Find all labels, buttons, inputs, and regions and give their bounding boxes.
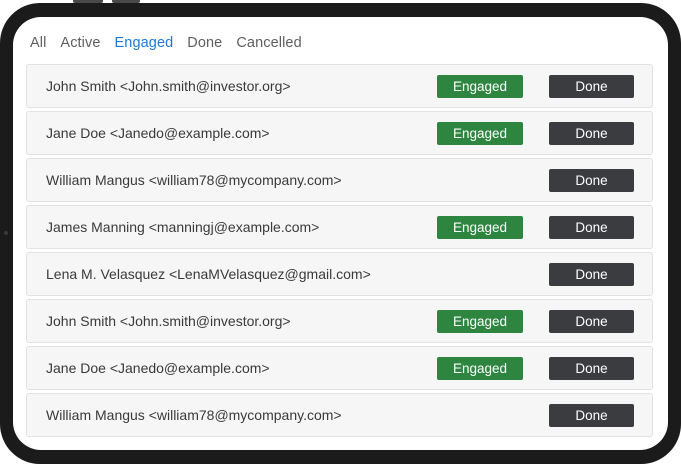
done-button[interactable]: Done bbox=[549, 263, 634, 286]
tab-all[interactable]: All bbox=[30, 35, 46, 51]
done-button[interactable]: Done bbox=[549, 216, 634, 239]
done-button[interactable]: Done bbox=[549, 404, 634, 427]
tab-done[interactable]: Done bbox=[187, 35, 222, 51]
contact-label: Lena M. Velasquez <LenaMVelasquez@gmail.… bbox=[46, 266, 371, 282]
list-item: Jane Doe <Janedo@example.com> Engaged Do… bbox=[26, 346, 653, 390]
engaged-button[interactable]: Engaged bbox=[437, 216, 523, 239]
engaged-button[interactable]: Engaged bbox=[437, 122, 523, 145]
done-button[interactable]: Done bbox=[549, 357, 634, 380]
list-item: William Mangus <william78@mycompany.com>… bbox=[26, 158, 653, 202]
camera-icon bbox=[4, 231, 8, 235]
contact-label: William Mangus <william78@mycompany.com> bbox=[46, 172, 342, 188]
list-item: John Smith <John.smith@investor.org> Eng… bbox=[26, 64, 653, 108]
done-button[interactable]: Done bbox=[549, 169, 634, 192]
contact-label: Jane Doe <Janedo@example.com> bbox=[46, 360, 270, 376]
contact-label: John Smith <John.smith@investor.org> bbox=[46, 78, 291, 94]
done-button[interactable]: Done bbox=[549, 310, 634, 333]
filter-tabs: All Active Engaged Done Cancelled bbox=[30, 35, 302, 51]
engaged-button[interactable]: Engaged bbox=[437, 75, 523, 98]
tab-engaged[interactable]: Engaged bbox=[115, 35, 174, 51]
contact-list: John Smith <John.smith@investor.org> Eng… bbox=[26, 64, 653, 440]
contact-label: James Manning <manningj@example.com> bbox=[46, 219, 320, 235]
list-item: James Manning <manningj@example.com> Eng… bbox=[26, 205, 653, 249]
screen: All Active Engaged Done Cancelled John S… bbox=[13, 17, 668, 450]
list-item: Jane Doe <Janedo@example.com> Engaged Do… bbox=[26, 111, 653, 155]
contact-label: Jane Doe <Janedo@example.com> bbox=[46, 125, 270, 141]
tablet-frame: All Active Engaged Done Cancelled John S… bbox=[0, 3, 681, 464]
done-button[interactable]: Done bbox=[549, 122, 634, 145]
engaged-button[interactable]: Engaged bbox=[437, 310, 523, 333]
tab-cancelled[interactable]: Cancelled bbox=[236, 35, 301, 51]
contact-label: John Smith <John.smith@investor.org> bbox=[46, 313, 291, 329]
done-button[interactable]: Done bbox=[549, 75, 634, 98]
contact-label: William Mangus <william78@mycompany.com> bbox=[46, 407, 342, 423]
list-item: John Smith <John.smith@investor.org> Eng… bbox=[26, 299, 653, 343]
list-item: William Mangus <william78@mycompany.com>… bbox=[26, 393, 653, 437]
tab-active[interactable]: Active bbox=[60, 35, 100, 51]
engaged-button[interactable]: Engaged bbox=[437, 357, 523, 380]
stage: All Active Engaged Done Cancelled John S… bbox=[0, 0, 681, 464]
list-item: Lena M. Velasquez <LenaMVelasquez@gmail.… bbox=[26, 252, 653, 296]
